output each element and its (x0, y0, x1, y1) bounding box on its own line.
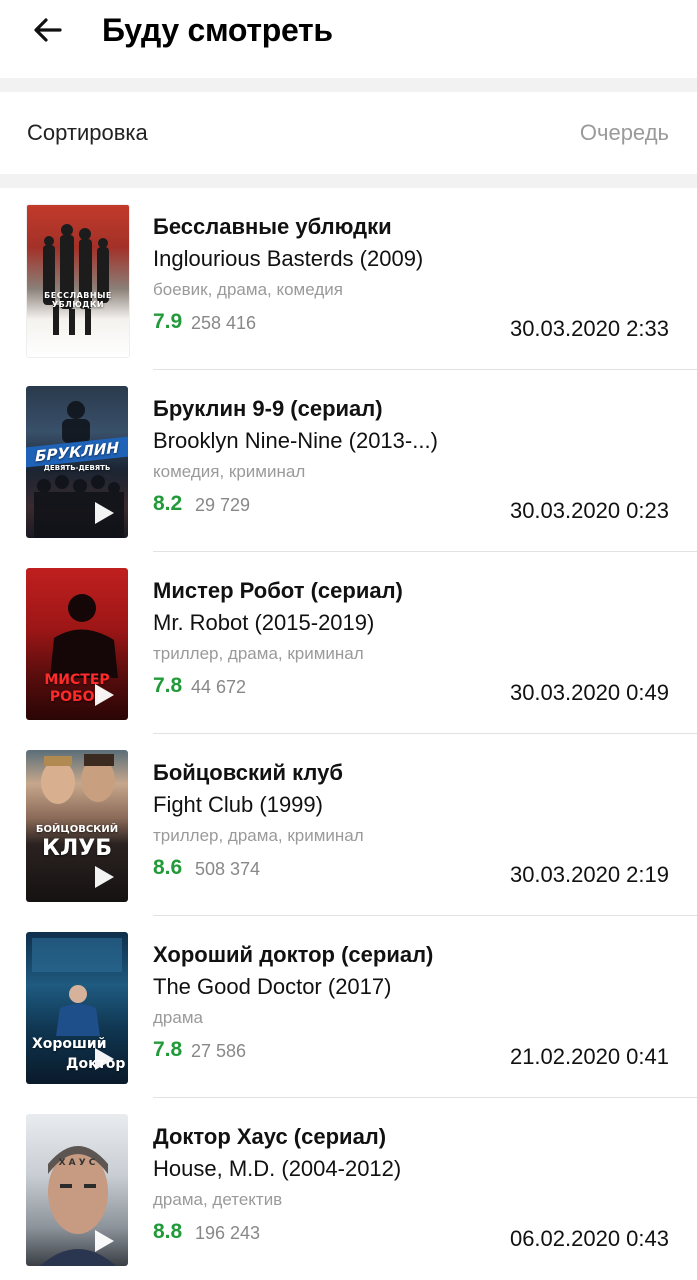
back-arrow-icon[interactable] (30, 12, 66, 48)
poster-subtitle: ДЕВЯТЬ-ДЕВЯТЬ (43, 464, 111, 472)
movie-rating: 8.8 (153, 1220, 183, 1243)
movie-genres: триллер, драма, криминал (153, 826, 364, 845)
poster-title: БОЙЦОВСКИЙ (35, 824, 119, 835)
movie-original-title: Inglourious Basterds (2009) (153, 246, 424, 271)
movie-rating: 7.9 (153, 310, 183, 333)
poster-image[interactable]: БЕССЛАВНЫЕ УБЛЮДКИ (26, 204, 130, 358)
movie-rating: 8.6 (153, 856, 183, 879)
added-date: 30.03.2020 0:23 (509, 498, 669, 523)
added-date: 30.03.2020 2:19 (509, 862, 669, 887)
list-item[interactable]: БОЙЦОВСКИЙ КЛУБ Бойцовский клуб Fight Cl… (0, 734, 697, 916)
sort-label: Сортировка (27, 120, 148, 145)
poster-image[interactable]: БРУКЛИН ДЕВЯТЬ-ДЕВЯТЬ (26, 386, 128, 538)
added-date: 21.02.2020 0:41 (509, 1044, 669, 1069)
poster-figures-icon (43, 224, 109, 335)
poster-subtitle: КЛУБ (42, 836, 112, 861)
poster-image[interactable]: БОЙЦОВСКИЙ КЛУБ (26, 750, 128, 902)
movie-votes: 508 374 (195, 859, 261, 879)
list-item[interactable]: Х А У С Доктор Хаус (сериал) House, M.D.… (0, 1098, 697, 1280)
poster-image[interactable]: Хороший Доктор (26, 932, 128, 1084)
movie-title[interactable]: Мистер Робот (сериал) (153, 578, 403, 604)
movie-title[interactable]: Хороший доктор (сериал) (153, 942, 433, 968)
movie-votes: 196 243 (195, 1223, 261, 1243)
movie-votes: 27 586 (191, 1041, 247, 1061)
movie-genres: боевик, драма, комедия (153, 280, 343, 299)
movie-original-title: House, M.D. (2004-2012) (153, 1156, 402, 1181)
play-icon[interactable] (95, 1230, 114, 1252)
movie-votes: 258 416 (191, 313, 257, 333)
movie-votes: 29 729 (195, 495, 251, 515)
poster-image[interactable]: Х А У С (26, 1114, 128, 1266)
section-separator (0, 174, 697, 188)
movie-title[interactable]: Бесславные ублюдки (153, 214, 392, 240)
movie-original-title: The Good Doctor (2017) (153, 974, 392, 999)
movie-title[interactable]: Доктор Хаус (сериал) (153, 1124, 386, 1150)
added-date: 30.03.2020 0:49 (509, 680, 669, 705)
added-date: 30.03.2020 2:33 (509, 316, 669, 341)
movie-genres: драма, детектив (153, 1190, 283, 1209)
movie-rating: 7.8 (153, 674, 183, 697)
movie-original-title: Mr. Robot (2015-2019) (153, 610, 375, 635)
movie-original-title: Fight Club (1999) (153, 792, 323, 817)
poster-image[interactable]: МИСТЕР РОБОТ (26, 568, 128, 720)
list-item[interactable]: БРУКЛИН ДЕВЯТЬ-ДЕВЯТЬ Бруклин 9-9 (сериа… (0, 370, 697, 552)
list-item[interactable]: БЕССЛАВНЫЕ УБЛЮДКИ Бесславные ублюдки In… (0, 188, 697, 370)
play-icon[interactable] (95, 866, 114, 888)
movie-list: БЕССЛАВНЫЕ УБЛЮДКИ Бесславные ублюдки In… (0, 188, 697, 1280)
movie-original-title: Brooklyn Nine-Nine (2013-...) (153, 428, 438, 453)
sort-value[interactable]: Очередь (580, 120, 669, 146)
sort-row[interactable]: Сортировка Очередь (0, 92, 697, 174)
movie-genres: комедия, криминал (153, 462, 306, 481)
play-icon[interactable] (95, 684, 114, 706)
movie-votes: 44 672 (191, 677, 247, 697)
movie-title[interactable]: Бруклин 9-9 (сериал) (153, 396, 383, 422)
added-date: 06.02.2020 0:43 (509, 1226, 669, 1251)
movie-rating: 8.2 (153, 492, 183, 515)
play-icon[interactable] (95, 1048, 114, 1070)
movie-genres: триллер, драма, криминал (153, 644, 364, 663)
movie-title[interactable]: Бойцовский клуб (153, 760, 343, 786)
movie-genres: драма (153, 1008, 203, 1027)
poster-title: Х А У С (58, 1158, 96, 1168)
play-icon[interactable] (95, 502, 114, 524)
list-item[interactable]: Хороший Доктор Хороший доктор (сериал) T… (0, 916, 697, 1098)
list-item[interactable]: МИСТЕР РОБОТ Мистер Робот (сериал) Mr. R… (0, 552, 697, 734)
movie-rating: 7.8 (153, 1038, 183, 1061)
poster-title: БЕССЛАВНЫЕ УБЛЮДКИ (44, 291, 112, 309)
app-header: Буду смотреть (0, 0, 697, 78)
section-separator (0, 78, 697, 92)
page-title: Буду смотреть (102, 12, 333, 48)
